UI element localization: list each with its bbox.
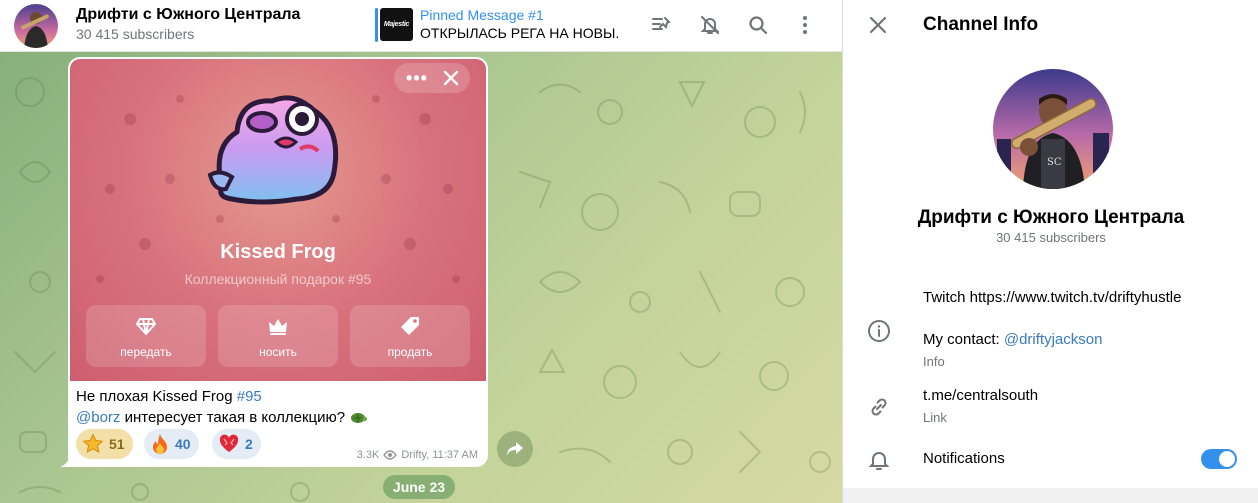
reaction-fire-count: 40 (175, 436, 191, 452)
gift-card[interactable]: ••• Kissed Frog Коллекционный подарок #9… (70, 59, 486, 381)
close-icon[interactable] (865, 12, 891, 38)
reaction-star-count: 51 (109, 436, 125, 452)
pinned-thumbnail[interactable]: Majestic (380, 8, 413, 41)
contact-link[interactable]: @driftyjackson (1004, 331, 1103, 348)
gift-name: Kissed Frog (220, 241, 336, 263)
crown-icon (218, 315, 338, 339)
channel-subscribers: 30 415 subscribers (76, 26, 195, 42)
eye-icon (383, 450, 398, 460)
transfer-label: передать (120, 345, 172, 359)
more-vertical-icon[interactable] (792, 12, 818, 38)
info-label: Info (923, 354, 945, 369)
info-contact-line: My contact: @driftyjackson (923, 331, 1102, 348)
reaction-heart-count: 2 (245, 436, 253, 452)
channel-title[interactable]: Дрифти с Южного Централа (76, 6, 300, 24)
hashtag-link[interactable]: #95 (237, 388, 262, 405)
chat-area: Дрифти с Южного Централа 30 415 subscrib… (0, 0, 842, 503)
toggle-knob (1219, 451, 1235, 467)
search-icon[interactable] (745, 12, 771, 38)
channel-avatar-large[interactable]: SC (993, 69, 1113, 189)
notifications-toggle[interactable] (1201, 449, 1237, 469)
star-icon (82, 433, 104, 453)
svg-text:SC: SC (1047, 157, 1062, 168)
view-count: 3.3K (356, 449, 380, 461)
transfer-button[interactable]: передать (86, 305, 206, 367)
more-horizontal-icon[interactable]: ••• (404, 65, 430, 91)
sell-button[interactable]: продать (350, 305, 470, 367)
pinned-message-text[interactable]: ОТКРЫЛАСЬ РЕГА НА НОВЫ... (420, 25, 620, 41)
reaction-star[interactable]: 51 (76, 429, 133, 459)
channel-subscribers-info: 30 415 subscribers (996, 230, 1106, 245)
notifications-label: Notifications (923, 450, 1005, 467)
reaction-fire[interactable]: 40 (144, 429, 199, 459)
mute-bell-icon[interactable] (697, 12, 723, 38)
close-icon[interactable] (438, 65, 464, 91)
panel-footer (843, 488, 1258, 503)
share-button[interactable] (497, 431, 533, 467)
panel-title: Channel Info (923, 14, 1039, 35)
date-separator: June 23 (383, 475, 455, 499)
channel-name: Дрифти с Южного Централа (917, 207, 1185, 228)
turtle-emoji-icon (351, 413, 368, 423)
share-arrow-icon (507, 442, 523, 456)
chat-header: Дрифти с Южного Централа 30 415 subscrib… (0, 0, 842, 52)
pinned-indicator (375, 8, 378, 42)
kissed-frog-image (207, 95, 339, 205)
message-line2-text: интересует такая в коллекцию? (120, 409, 350, 426)
mention-link[interactable]: @borz (76, 409, 120, 426)
message-text: Не плохая Kissed Frog #95 @borz интересу… (76, 386, 480, 428)
fire-icon (153, 434, 167, 454)
sell-label: продать (387, 345, 433, 359)
pinned-message-label[interactable]: Pinned Message #1 (420, 7, 544, 23)
heart-icon (219, 434, 239, 452)
channel-avatar[interactable] (14, 4, 58, 48)
gem-icon (86, 315, 206, 339)
pinned-list-icon[interactable] (648, 12, 674, 38)
tag-icon (350, 315, 470, 339)
bell-icon (865, 446, 893, 474)
message-line1-text: Не плохая Kissed Frog (76, 388, 237, 405)
message-meta: 3.3K Drifty, 11:37 AM (357, 449, 478, 461)
link-icon (865, 393, 893, 421)
link-label: Link (923, 410, 947, 425)
wear-label: носить (259, 345, 297, 359)
channel-info-panel: Channel Info SC Дрифти с Южного Централа… (842, 0, 1258, 503)
wear-button[interactable]: носить (218, 305, 338, 367)
author-time: Drifty, 11:37 AM (401, 449, 478, 461)
channel-link[interactable]: t.me/centralsouth (923, 387, 1038, 404)
info-twitch-line[interactable]: Twitch https://www.twitch.tv/driftyhustl… (923, 289, 1181, 306)
info-icon (865, 317, 893, 345)
gift-subtitle: Коллекционный подарок #95 (184, 271, 372, 287)
reaction-heart[interactable]: 2 (212, 429, 261, 459)
contact-prefix: My contact: (923, 331, 1004, 348)
message-bubble[interactable]: ••• Kissed Frog Коллекционный подарок #9… (68, 57, 488, 467)
